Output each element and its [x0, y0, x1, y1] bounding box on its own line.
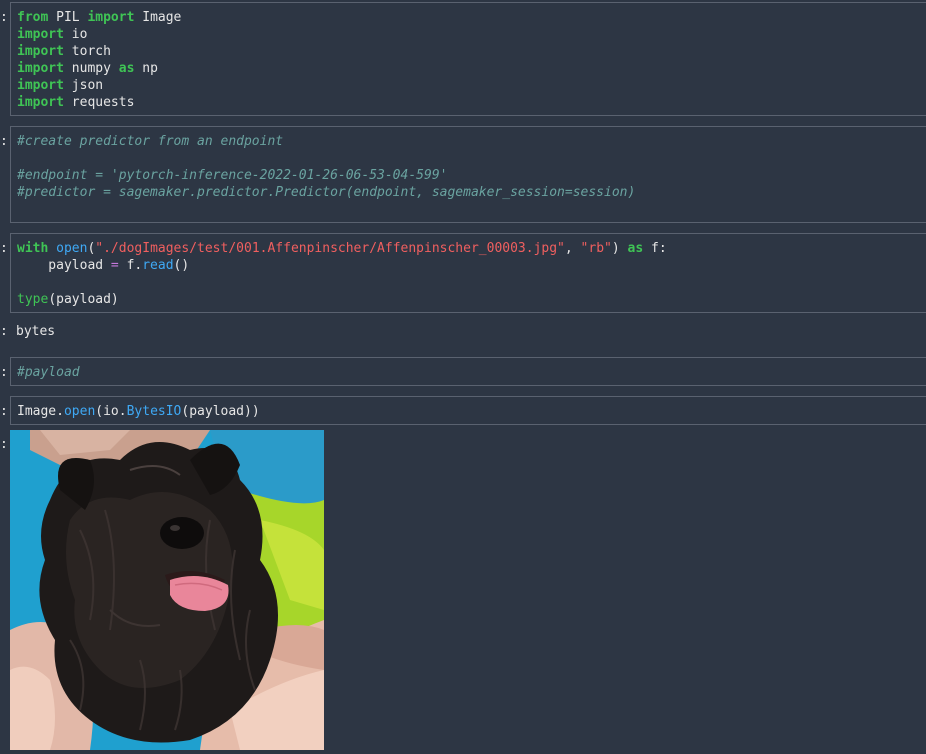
output-prompt: : — [0, 324, 8, 339]
builtin-function: type — [17, 292, 49, 307]
code-text: requests — [63, 95, 135, 110]
cell-prompt: : — [0, 10, 8, 25]
cell-output-text: bytes — [16, 324, 56, 339]
code-text: (payload)) — [181, 404, 260, 419]
builtin-function: open — [56, 241, 88, 256]
code-text: PIL — [48, 10, 88, 25]
keyword: as — [118, 61, 135, 76]
output-prompt: : — [0, 437, 8, 452]
code-cell-payload-comment[interactable]: #payload — [10, 357, 926, 386]
code-cell-read-image[interactable]: with open("./dogImages/test/001.Affenpin… — [10, 233, 926, 313]
method-call: BytesIO — [126, 404, 182, 419]
code-cell-imports[interactable]: from PIL import Image import io import t… — [10, 2, 926, 116]
dog-image-output — [10, 430, 324, 750]
code-text: torch — [63, 44, 111, 59]
code-editor[interactable]: Image.open(io.BytesIO(payload)) — [11, 397, 926, 420]
code-comment: #predictor = sagemaker.predictor.Predict… — [17, 185, 636, 200]
keyword: import — [17, 95, 64, 110]
code-editor[interactable]: #create predictor from an endpoint #endp… — [11, 127, 926, 201]
code-text: (payload) — [48, 292, 119, 307]
method-call: read — [142, 258, 174, 273]
code-comment: #create predictor from an endpoint — [17, 134, 284, 149]
string-literal: "rb" — [580, 241, 612, 256]
code-text: io — [63, 27, 88, 42]
string-literal: "./dogImages/test/001.Affenpinscher/Affe… — [95, 241, 565, 256]
code-text: Image — [134, 10, 182, 25]
code-text: numpy — [63, 61, 119, 76]
code-text: f: — [643, 241, 667, 256]
code-cell-predictor-comments[interactable]: #create predictor from an endpoint #endp… — [10, 126, 926, 223]
keyword: import — [17, 61, 64, 76]
code-text: , — [564, 241, 581, 256]
keyword: from — [17, 10, 49, 25]
code-text: (io. — [95, 404, 127, 419]
code-editor[interactable]: #payload — [11, 358, 926, 381]
keyword: import — [17, 78, 64, 93]
cell-prompt: : — [0, 241, 8, 256]
code-text: f. — [118, 258, 143, 273]
code-comment: #payload — [17, 365, 80, 380]
code-comment: #endpoint = 'pytorch-inference-2022-01-2… — [17, 168, 448, 183]
cell-prompt: : — [0, 134, 8, 149]
operator: = — [110, 258, 119, 273]
code-text: payload — [17, 258, 111, 273]
keyword: with — [17, 241, 49, 256]
cell-prompt: : — [0, 365, 8, 380]
code-text: np — [134, 61, 158, 76]
keyword: as — [627, 241, 644, 256]
code-cell-open-image[interactable]: Image.open(io.BytesIO(payload)) — [10, 396, 926, 425]
code-editor[interactable]: with open("./dogImages/test/001.Affenpin… — [11, 234, 926, 308]
code-text: Image. — [17, 404, 64, 419]
code-editor[interactable]: from PIL import Image import io import t… — [11, 3, 926, 111]
code-text: json — [63, 78, 104, 93]
code-text: ) — [611, 241, 628, 256]
keyword: import — [17, 44, 64, 59]
code-text: () — [173, 258, 190, 273]
keyword: import — [87, 10, 135, 25]
keyword: import — [17, 27, 64, 42]
cell-prompt: : — [0, 404, 8, 419]
method-call: open — [63, 404, 96, 419]
